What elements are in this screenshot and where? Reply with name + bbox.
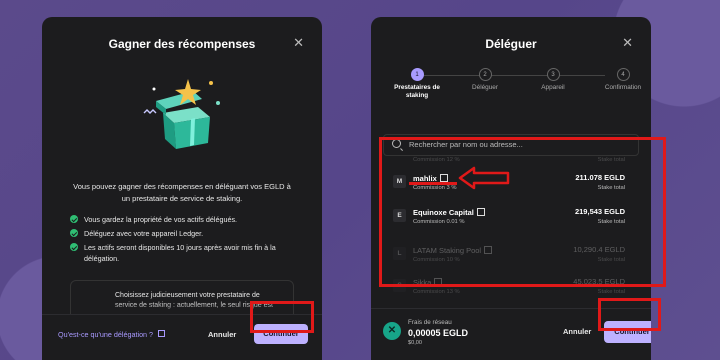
- benefit-text: Déléguez avec votre appareil Ledger.: [84, 229, 204, 238]
- link-label: Qu'est-ce qu'une délégation ?: [58, 330, 154, 339]
- highlight-frame: [379, 137, 666, 287]
- egld-logo-icon: ✕: [383, 322, 401, 340]
- cancel-button[interactable]: Annuler: [208, 330, 236, 339]
- modal-title: Gagner des récompenses: [108, 37, 256, 51]
- progress-stepper: 1 Prestataires de staking 2 Déléguer 3 A…: [390, 68, 641, 108]
- delegation-help-link[interactable]: Qu'est-ce qu'une délégation ?: [58, 330, 166, 339]
- modal-title: Déléguer: [485, 37, 537, 51]
- fee-value: 0,00005 EGLD: [408, 328, 469, 338]
- close-icon[interactable]: ✕: [293, 35, 304, 51]
- step-label: Déléguer: [472, 84, 498, 91]
- step-label: Prestataires de staking: [394, 84, 440, 99]
- fee-usd-value: $0,00: [408, 340, 422, 346]
- step-confirmation: 4 Confirmation: [596, 68, 650, 92]
- step-number: 1: [410, 68, 424, 81]
- step-number: 2: [478, 68, 492, 81]
- benefit-item: Les actifs seront disponibles 10 jours a…: [70, 242, 300, 264]
- check-icon: [70, 243, 78, 251]
- fee-label: Frais de réseau: [408, 319, 452, 326]
- step-number: 3: [546, 68, 560, 81]
- external-link-icon: [158, 330, 166, 337]
- highlight-frame: [250, 301, 314, 333]
- step-label: Confirmation: [604, 84, 642, 91]
- intro-text: Vous pouvez gagner des récompenses en dé…: [73, 182, 291, 203]
- benefit-text: Vous gardez la propriété de vos actifs d…: [84, 215, 238, 224]
- step-label: Appareil: [541, 84, 565, 91]
- benefit-item: Vous gardez la propriété de vos actifs d…: [70, 214, 300, 225]
- benefits-list: Vous gardez la propriété de vos actifs d…: [70, 214, 300, 267]
- step-delegate: 2 Déléguer: [458, 68, 512, 92]
- benefit-item: Déléguez avec votre appareil Ledger.: [70, 228, 300, 239]
- arrow-annotation-icon: [458, 166, 510, 190]
- gift-illustration-icon: [143, 79, 220, 149]
- highlight-frame: [598, 298, 661, 331]
- underline-annotation: [409, 182, 457, 185]
- step-device: 3 Appareil: [526, 68, 580, 92]
- step-providers: 1 Prestataires de staking: [390, 68, 444, 100]
- close-icon[interactable]: ✕: [622, 35, 633, 51]
- provider-stake-label: Stake total: [597, 289, 625, 295]
- cancel-button[interactable]: Annuler: [563, 327, 591, 336]
- step-number: 4: [616, 68, 630, 81]
- benefit-text: Les actifs seront disponibles 10 jours a…: [84, 243, 276, 263]
- check-icon: [70, 229, 78, 237]
- check-icon: [70, 215, 78, 223]
- provider-commission: Commission 13 %: [413, 289, 460, 295]
